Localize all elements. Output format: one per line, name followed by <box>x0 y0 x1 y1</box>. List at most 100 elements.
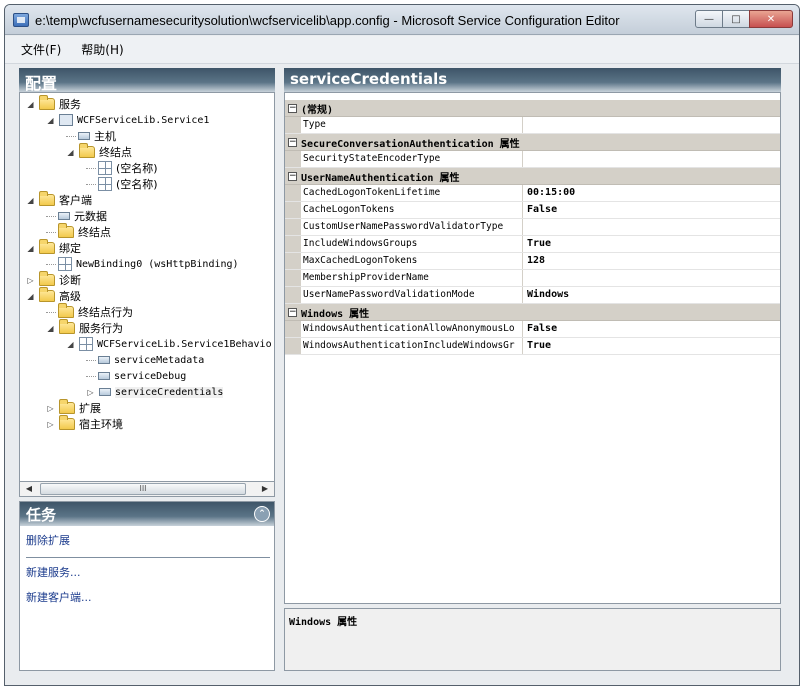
folder-icon <box>59 399 75 414</box>
folder-icon <box>59 415 75 430</box>
behavior-icon <box>79 337 93 351</box>
collapse-icon[interactable]: ◢ <box>46 116 55 125</box>
maximize-button[interactable]: □ <box>722 10 750 28</box>
tasks-panel: 任务 ⌃ 删除扩展 新建服务... 新建客户端... <box>19 501 275 671</box>
new-service-link[interactable]: 新建服务... <box>26 564 81 580</box>
collapse-icon[interactable]: ◢ <box>26 100 35 109</box>
delete-extension-link[interactable]: 删除扩展 <box>26 532 70 548</box>
endpoint-icon <box>98 177 112 191</box>
collapse-icon[interactable]: ◢ <box>46 324 55 333</box>
folder-icon <box>58 223 74 238</box>
new-client-link[interactable]: 新建客户端... <box>26 589 92 605</box>
tree-horizontal-scrollbar[interactable]: ◀ III ▶ <box>19 481 275 497</box>
collapse-icon[interactable]: − <box>288 137 297 147</box>
scroll-left-icon[interactable]: ◀ <box>22 483 36 495</box>
service-icon <box>59 114 73 126</box>
collapse-icon[interactable]: − <box>288 103 297 113</box>
tree-node-extensions[interactable]: ▷ 扩展 <box>46 399 101 416</box>
collapse-icon[interactable]: − <box>288 171 297 181</box>
category-username-authentication[interactable]: − UserNameAuthentication 属性 <box>285 168 780 185</box>
folder-icon <box>59 319 75 334</box>
folder-icon <box>39 95 55 110</box>
tree-node-hosting-environment[interactable]: ▷ 宿主环境 <box>46 415 123 432</box>
app-window: e:\temp\wcfusernamesecuritysolution\wcfs… <box>4 4 800 686</box>
category-windows[interactable]: − Windows 属性 <box>285 304 780 321</box>
caption-buttons: — □ ✕ <box>695 10 793 28</box>
element-icon <box>98 356 110 364</box>
config-pane-header: 配置 <box>19 68 275 93</box>
menu-file[interactable]: 文件(F) <box>21 41 61 58</box>
collapse-icon[interactable]: ◢ <box>66 148 75 157</box>
metadata-icon <box>58 212 70 220</box>
expand-icon[interactable]: ▷ <box>46 404 55 413</box>
category-general[interactable]: − (常规) <box>285 100 780 117</box>
tree-node-endpoint-1[interactable]: (空名称) <box>86 160 158 176</box>
tree-node-servicemetadata[interactable]: serviceMetadata <box>86 352 204 368</box>
collapse-icon[interactable]: ◢ <box>26 244 35 253</box>
folder-icon <box>58 303 74 318</box>
property-row[interactable]: MaxCachedLogonTokens 128 <box>285 253 780 270</box>
binding-icon <box>58 257 72 271</box>
tree-node-endpoints[interactable]: ◢ 终结点 <box>66 143 132 160</box>
expand-icon[interactable]: ▷ <box>86 388 95 397</box>
folder-icon <box>39 271 55 286</box>
scroll-right-icon[interactable]: ▶ <box>258 483 272 495</box>
collapse-icon[interactable]: ◢ <box>66 340 75 349</box>
tree-node-endpoint-2[interactable]: (空名称) <box>86 176 158 192</box>
minimize-button[interactable]: — <box>695 10 723 28</box>
property-row[interactable]: CustomUserNamePasswordValidatorType <box>285 219 780 236</box>
property-row[interactable]: Type <box>285 117 780 134</box>
expand-icon[interactable]: ▷ <box>46 420 55 429</box>
property-row[interactable]: WindowsAuthenticationIncludeWindowsGr Tr… <box>285 338 780 355</box>
tree-node-services[interactable]: ◢ 服务 <box>26 95 81 112</box>
close-button[interactable]: ✕ <box>749 10 793 28</box>
property-row[interactable]: UserNamePasswordValidationMode Windows <box>285 287 780 304</box>
host-icon <box>78 132 90 140</box>
category-secure-conversation[interactable]: − SecureConversationAuthentication 属性 <box>285 134 780 151</box>
tree-node-service1[interactable]: ◢ WCFServiceLib.Service1 <box>46 112 209 128</box>
property-row[interactable]: WindowsAuthenticationAllowAnonymousLo Fa… <box>285 321 780 338</box>
menu-help[interactable]: 帮助(H) <box>81 41 123 58</box>
tree-node-newbinding0[interactable]: NewBinding0 (wsHttpBinding) <box>46 256 239 272</box>
property-row[interactable]: MembershipProviderName <box>285 270 780 287</box>
tree-node-servicedebug[interactable]: serviceDebug <box>86 368 186 384</box>
tree-node-host[interactable]: 主机 <box>66 128 116 144</box>
title-bar[interactable]: e:\temp\wcfusernamesecuritysolution\wcfs… <box>5 5 799 35</box>
collapse-icon[interactable]: ◢ <box>26 292 35 301</box>
window-title: e:\temp\wcfusernamesecuritysolution\wcfs… <box>35 13 620 28</box>
property-pane-header: serviceCredentials <box>284 68 781 92</box>
element-icon <box>98 372 110 380</box>
property-grid[interactable]: − (常规) Type − SecureConversationAuthenti… <box>284 92 781 604</box>
collapse-icon[interactable]: − <box>288 307 297 317</box>
tree-node-diagnostics[interactable]: ▷ 诊断 <box>26 271 81 288</box>
tree-node-metadata[interactable]: 元数据 <box>46 208 107 224</box>
expand-icon[interactable]: ▷ <box>26 276 35 285</box>
divider <box>26 557 270 558</box>
folder-icon <box>39 287 55 302</box>
property-row[interactable]: CachedLogonTokenLifetime 00:15:00 <box>285 185 780 202</box>
tree-node-advanced[interactable]: ◢ 高级 <box>26 287 81 304</box>
app-icon <box>13 13 29 27</box>
menu-bar: 文件(F) 帮助(H) <box>5 36 799 64</box>
folder-icon <box>79 143 95 158</box>
tree-node-service-behaviors[interactable]: ◢ 服务行为 <box>46 319 123 336</box>
property-row[interactable]: IncludeWindowsGroups True <box>285 236 780 253</box>
config-tree[interactable]: ◢ 服务 ◢ WCFServiceLib.Service1 主机 ◢ 终结点 (… <box>19 92 275 496</box>
folder-icon <box>39 239 55 254</box>
property-row[interactable]: CacheLogonTokens False <box>285 202 780 219</box>
element-icon <box>99 388 111 396</box>
property-row[interactable]: SecurityStateEncoderType <box>285 151 780 168</box>
property-description: Windows 属性 <box>284 608 781 671</box>
tree-node-client-endpoints[interactable]: 终结点 <box>46 223 111 240</box>
tree-node-endpoint-behaviors[interactable]: 终结点行为 <box>46 303 133 320</box>
chevron-up-icon[interactable]: ⌃ <box>254 506 270 522</box>
tree-node-client[interactable]: ◢ 客户端 <box>26 191 92 208</box>
scroll-thumb[interactable]: III <box>40 483 246 495</box>
endpoint-icon <box>98 161 112 175</box>
folder-icon <box>39 191 55 206</box>
tree-node-bindings[interactable]: ◢ 绑定 <box>26 239 81 256</box>
collapse-icon[interactable]: ◢ <box>26 196 35 205</box>
tree-node-service1behavior[interactable]: ◢ WCFServiceLib.Service1Behavio <box>66 336 272 352</box>
tree-node-servicecredentials[interactable]: ▷ serviceCredentials <box>86 384 224 400</box>
tasks-header: 任务 ⌃ <box>20 502 274 526</box>
